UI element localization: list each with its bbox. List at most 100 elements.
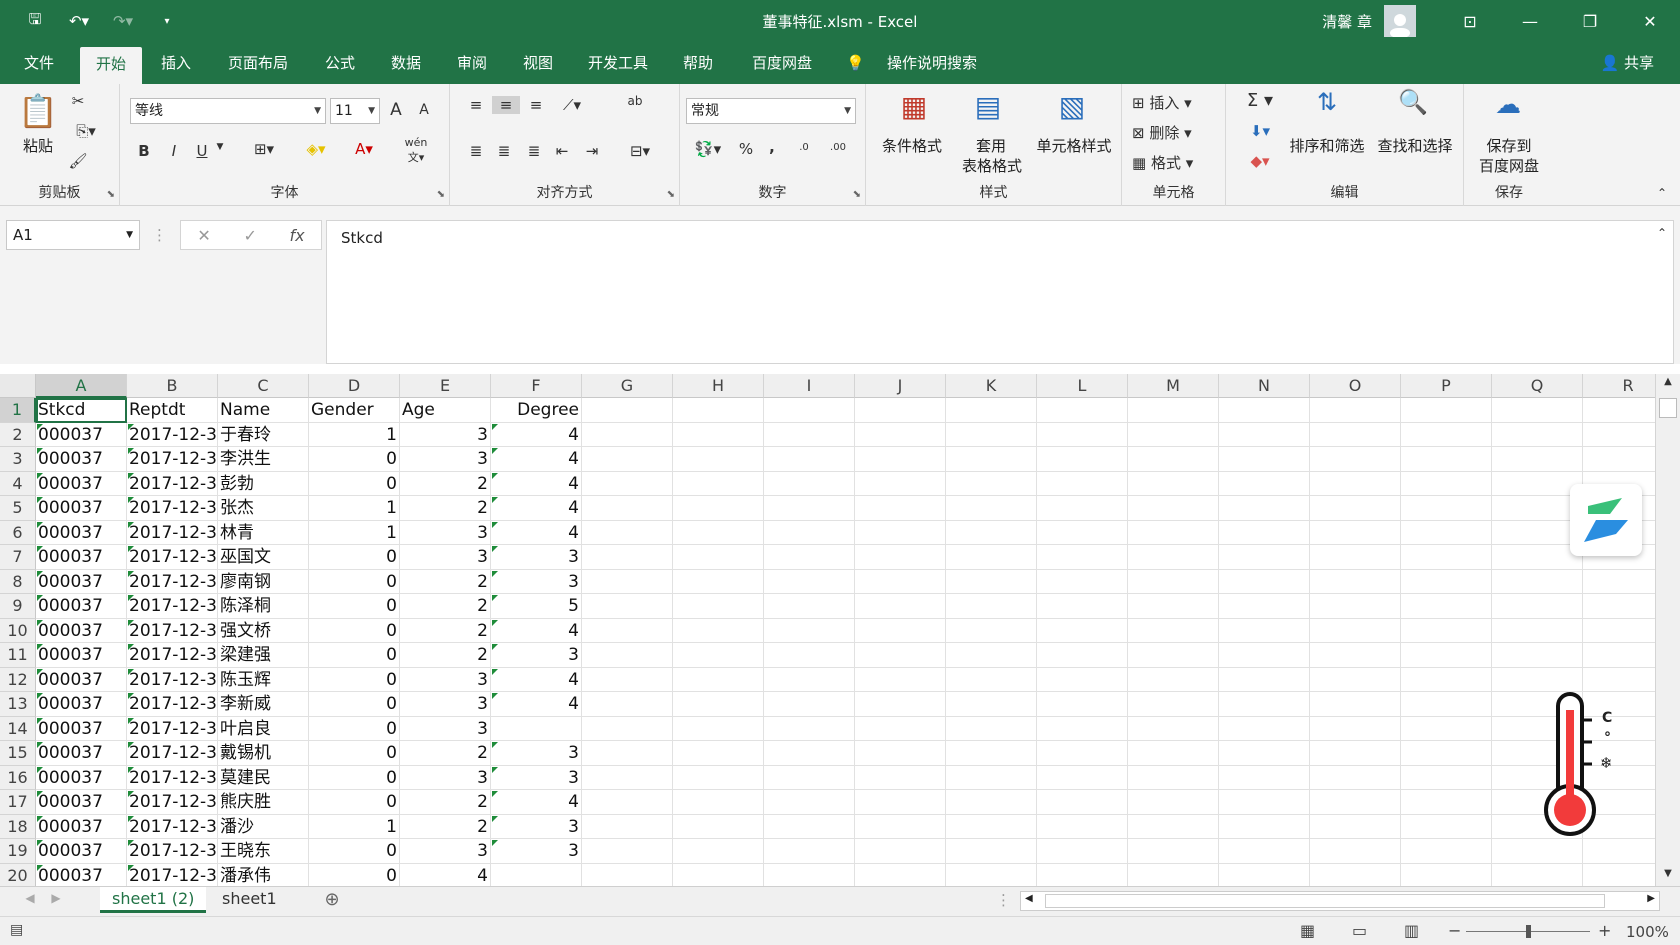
number-format-combo[interactable]: 常规 ▼ bbox=[686, 98, 856, 124]
cell-h13[interactable] bbox=[673, 692, 764, 717]
cell-p16[interactable] bbox=[1401, 765, 1492, 790]
cell-e7[interactable]: 3 bbox=[400, 545, 491, 570]
cell-d18[interactable]: 1 bbox=[309, 814, 400, 839]
cell-q2[interactable] bbox=[1492, 422, 1583, 447]
cell-h5[interactable] bbox=[673, 496, 764, 521]
cell-k20[interactable] bbox=[946, 863, 1037, 886]
cell-p4[interactable] bbox=[1401, 471, 1492, 496]
cell-i15[interactable] bbox=[764, 741, 855, 766]
cell-m4[interactable] bbox=[1128, 471, 1219, 496]
cell-e13[interactable]: 3 bbox=[400, 692, 491, 717]
cell-n1[interactable] bbox=[1219, 398, 1310, 423]
cell-e16[interactable]: 3 bbox=[400, 765, 491, 790]
cell-o18[interactable] bbox=[1310, 814, 1401, 839]
cell-f4[interactable]: 4 bbox=[491, 471, 582, 496]
cell-g18[interactable] bbox=[582, 814, 673, 839]
cell-m7[interactable] bbox=[1128, 545, 1219, 570]
cell-m3[interactable] bbox=[1128, 447, 1219, 472]
zoom-level[interactable]: 100% bbox=[1626, 923, 1669, 941]
cell-k7[interactable] bbox=[946, 545, 1037, 570]
cell-g7[interactable] bbox=[582, 545, 673, 570]
cell-b10[interactable]: 2017-12-3 bbox=[127, 618, 218, 643]
cell-n13[interactable] bbox=[1219, 692, 1310, 717]
cell-d7[interactable]: 0 bbox=[309, 545, 400, 570]
sheet-tab-sheet1-2[interactable]: sheet1 (2) bbox=[100, 887, 207, 913]
cell-f18[interactable]: 3 bbox=[491, 814, 582, 839]
cell-j17[interactable] bbox=[855, 790, 946, 815]
cell-m8[interactable] bbox=[1128, 569, 1219, 594]
cell-p17[interactable] bbox=[1401, 790, 1492, 815]
cell-b1[interactable]: Reptdt bbox=[127, 398, 218, 423]
cell-h20[interactable] bbox=[673, 863, 764, 886]
cell-n14[interactable] bbox=[1219, 716, 1310, 741]
cell-f10[interactable]: 4 bbox=[491, 618, 582, 643]
scroll-left-icon[interactable]: ◀ bbox=[1025, 893, 1033, 904]
sort-filter-button[interactable]: 排序和筛选 bbox=[1282, 136, 1372, 156]
cell-h18[interactable] bbox=[673, 814, 764, 839]
cell-j10[interactable] bbox=[855, 618, 946, 643]
cell-o8[interactable] bbox=[1310, 569, 1401, 594]
cell-b6[interactable]: 2017-12-3 bbox=[127, 520, 218, 545]
cell-a19[interactable]: 000037 bbox=[36, 839, 127, 864]
cell-o11[interactable] bbox=[1310, 643, 1401, 668]
cell-b16[interactable]: 2017-12-3 bbox=[127, 765, 218, 790]
cell-c9[interactable]: 陈泽桐 bbox=[218, 594, 309, 619]
cell-g17[interactable] bbox=[582, 790, 673, 815]
cell-j7[interactable] bbox=[855, 545, 946, 570]
cell-g1[interactable] bbox=[582, 398, 673, 423]
row-header-9[interactable]: 9 bbox=[0, 594, 36, 619]
cell-m11[interactable] bbox=[1128, 643, 1219, 668]
conditional-format-icon[interactable]: ▦ bbox=[894, 90, 934, 123]
cell-o4[interactable] bbox=[1310, 471, 1401, 496]
column-header-r[interactable]: R bbox=[1583, 374, 1655, 398]
cell-k3[interactable] bbox=[946, 447, 1037, 472]
column-header-i[interactable]: I bbox=[764, 374, 855, 398]
cell-l7[interactable] bbox=[1037, 545, 1128, 570]
cell-i16[interactable] bbox=[764, 765, 855, 790]
cell-p7[interactable] bbox=[1401, 545, 1492, 570]
row-header-10[interactable]: 10 bbox=[0, 618, 36, 643]
cell-g3[interactable] bbox=[582, 447, 673, 472]
cell-d19[interactable]: 0 bbox=[309, 839, 400, 864]
cell-p10[interactable] bbox=[1401, 618, 1492, 643]
cell-c1[interactable]: Name bbox=[218, 398, 309, 423]
decrease-indent-icon[interactable]: ⇤ bbox=[550, 142, 574, 160]
cell-c18[interactable]: 潘沙 bbox=[218, 814, 309, 839]
comma-button[interactable]: , bbox=[762, 138, 782, 156]
cell-d4[interactable]: 0 bbox=[309, 471, 400, 496]
cell-k13[interactable] bbox=[946, 692, 1037, 717]
cell-a10[interactable]: 000037 bbox=[36, 618, 127, 643]
cell-l17[interactable] bbox=[1037, 790, 1128, 815]
cell-o20[interactable] bbox=[1310, 863, 1401, 886]
cell-f3[interactable]: 4 bbox=[491, 447, 582, 472]
cell-p8[interactable] bbox=[1401, 569, 1492, 594]
cell-b9[interactable]: 2017-12-3 bbox=[127, 594, 218, 619]
row-header-7[interactable]: 7 bbox=[0, 545, 36, 570]
paste-button[interactable]: 粘贴 bbox=[14, 136, 62, 156]
cell-n16[interactable] bbox=[1219, 765, 1310, 790]
tab-view[interactable]: 视图 bbox=[510, 42, 566, 84]
cell-o19[interactable] bbox=[1310, 839, 1401, 864]
row-header-15[interactable]: 15 bbox=[0, 741, 36, 766]
insert-cells-button[interactable]: ⊞ 插入 ▾ bbox=[1132, 92, 1222, 113]
cell-g5[interactable] bbox=[582, 496, 673, 521]
phonetic-icon[interactable]: wén 文▾ bbox=[396, 136, 436, 165]
cell-g9[interactable] bbox=[582, 594, 673, 619]
close-button[interactable]: ✕ bbox=[1620, 0, 1680, 42]
row-header-13[interactable]: 13 bbox=[0, 692, 36, 717]
cell-e14[interactable]: 3 bbox=[400, 716, 491, 741]
column-header-h[interactable]: H bbox=[673, 374, 764, 398]
page-break-view-icon[interactable]: ▥ bbox=[1404, 921, 1419, 940]
cell-f15[interactable]: 3 bbox=[491, 741, 582, 766]
cell-h9[interactable] bbox=[673, 594, 764, 619]
cell-n6[interactable] bbox=[1219, 520, 1310, 545]
cell-l14[interactable] bbox=[1037, 716, 1128, 741]
cell-d5[interactable]: 1 bbox=[309, 496, 400, 521]
cell-j2[interactable] bbox=[855, 422, 946, 447]
cell-q8[interactable] bbox=[1492, 569, 1583, 594]
cell-d1[interactable]: Gender bbox=[309, 398, 400, 423]
format-table-label-1[interactable]: 套用 bbox=[956, 136, 1026, 156]
cell-n15[interactable] bbox=[1219, 741, 1310, 766]
cell-p3[interactable] bbox=[1401, 447, 1492, 472]
tab-data[interactable]: 数据 bbox=[378, 42, 434, 84]
